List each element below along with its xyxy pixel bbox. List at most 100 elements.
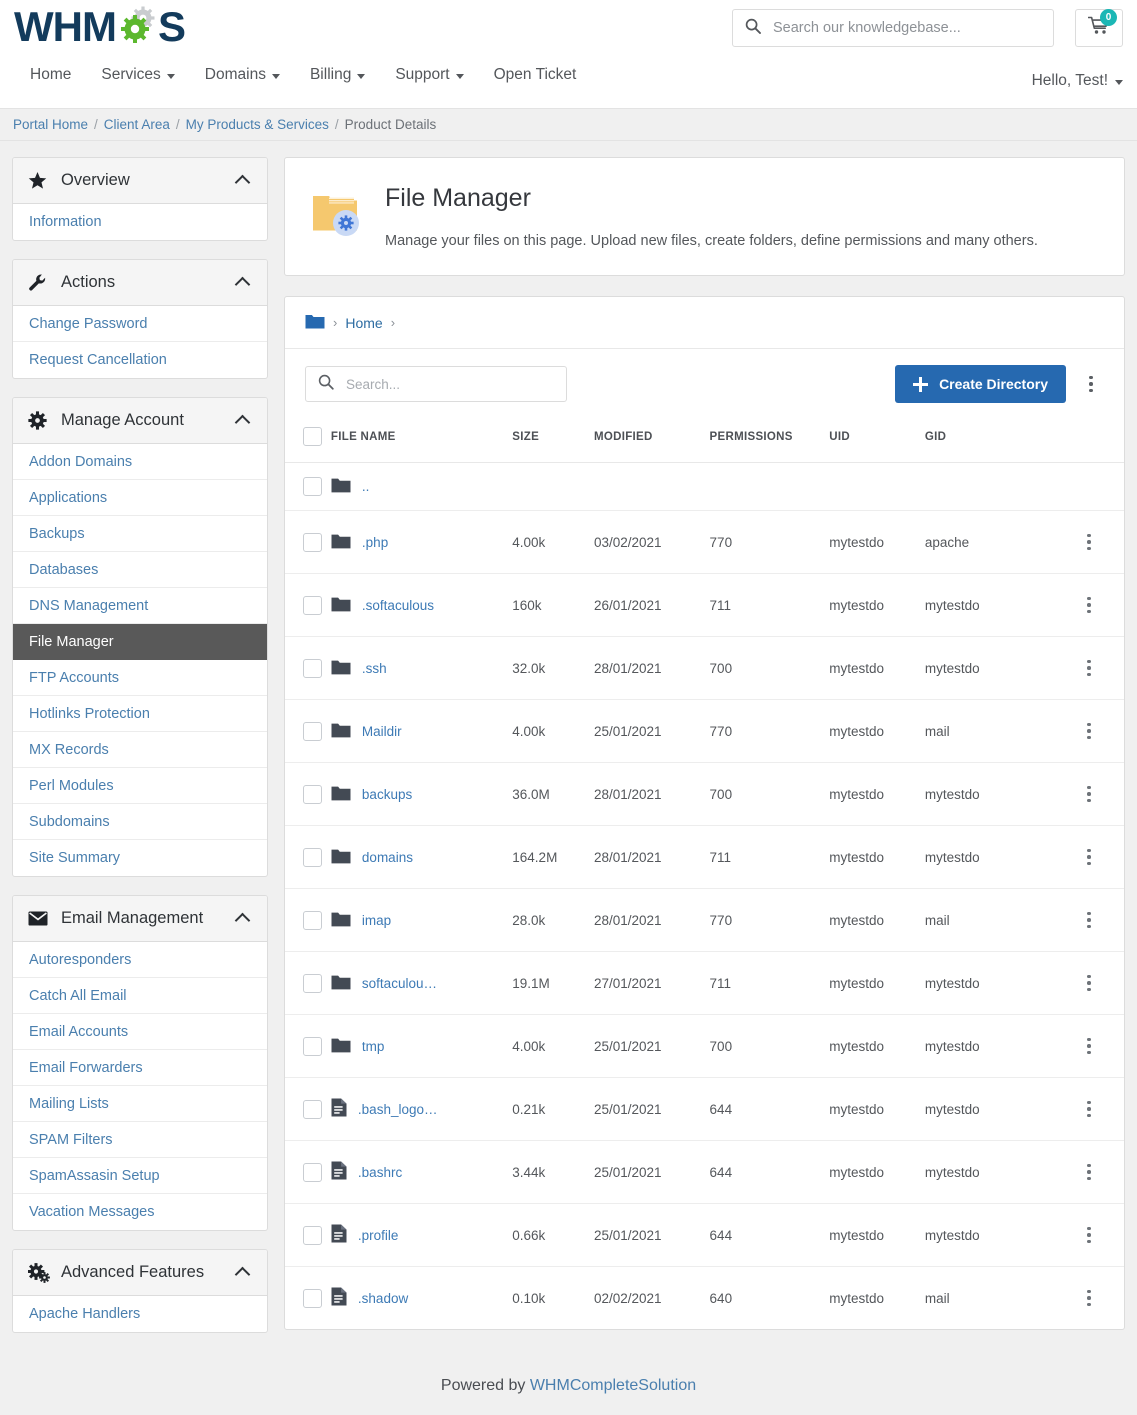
nav-item-services[interactable]: Services bbox=[86, 66, 189, 84]
knowledgebase-search-input[interactable] bbox=[771, 19, 1041, 37]
row-select-checkbox[interactable] bbox=[303, 533, 322, 552]
table-row[interactable]: imap28.0k28/01/2021770mytestdomail bbox=[285, 889, 1124, 952]
path-item-home[interactable]: Home bbox=[345, 315, 382, 331]
sidebar-item-autoresponders[interactable]: Autoresponders bbox=[13, 942, 267, 978]
sidebar-item-mx-records[interactable]: MX Records bbox=[13, 732, 267, 768]
row-more-menu-button[interactable] bbox=[1076, 903, 1102, 937]
row-select-checkbox[interactable] bbox=[303, 722, 322, 741]
table-row[interactable]: .php4.00k03/02/2021770mytestdoapache bbox=[285, 511, 1124, 574]
chevron-up-icon[interactable] bbox=[235, 277, 251, 293]
row-more-menu-button[interactable] bbox=[1076, 840, 1102, 874]
column-header-size[interactable]: SIZE bbox=[512, 421, 594, 463]
chevron-up-icon[interactable] bbox=[235, 175, 251, 191]
sidebar-item-mailing-lists[interactable]: Mailing Lists bbox=[13, 1086, 267, 1122]
sidebar-panel-manage-account-header[interactable]: Manage Account bbox=[13, 398, 267, 444]
column-header-gid[interactable]: GID bbox=[925, 421, 1064, 463]
file-search[interactable] bbox=[305, 366, 567, 402]
breadcrumb-item-client-area[interactable]: Client Area bbox=[104, 117, 170, 132]
whmcs-logo[interactable]: WHM bbox=[14, 6, 185, 48]
row-more-menu-button[interactable] bbox=[1076, 966, 1102, 1000]
row-select-checkbox[interactable] bbox=[303, 477, 322, 496]
sidebar-panel-advanced-features-header[interactable]: Advanced Features bbox=[13, 1250, 267, 1296]
sidebar-item-backups[interactable]: Backups bbox=[13, 516, 267, 552]
file-name-link[interactable]: .shadow bbox=[358, 1291, 408, 1306]
file-search-input[interactable] bbox=[344, 376, 544, 393]
row-select-checkbox[interactable] bbox=[303, 659, 322, 678]
knowledgebase-search[interactable] bbox=[732, 9, 1054, 47]
toolbar-more-menu-button[interactable] bbox=[1078, 367, 1104, 401]
chevron-up-icon[interactable] bbox=[235, 913, 251, 929]
row-select-checkbox[interactable] bbox=[303, 1163, 322, 1182]
row-select-checkbox[interactable] bbox=[303, 1289, 322, 1308]
cart-button[interactable]: 0 bbox=[1075, 9, 1123, 47]
table-row[interactable]: tmp4.00k25/01/2021700mytestdomytestdo bbox=[285, 1015, 1124, 1078]
breadcrumb-item-my-products-services[interactable]: My Products & Services bbox=[186, 117, 329, 132]
sidebar-panel-actions-header[interactable]: Actions bbox=[13, 260, 267, 306]
file-name-link[interactable]: .profile bbox=[358, 1228, 399, 1243]
sidebar-item-email-forwarders[interactable]: Email Forwarders bbox=[13, 1050, 267, 1086]
file-name-link[interactable]: tmp bbox=[362, 1039, 385, 1054]
select-all-checkbox[interactable] bbox=[303, 427, 322, 446]
column-header-permissions[interactable]: PERMISSIONS bbox=[710, 421, 830, 463]
sidebar-item-information[interactable]: Information bbox=[13, 204, 267, 240]
column-header-file-name[interactable]: FILE NAME bbox=[331, 421, 512, 463]
table-row[interactable]: .bash_logo…0.21k25/01/2021644mytestdomyt… bbox=[285, 1078, 1124, 1141]
column-header-uid[interactable]: UID bbox=[829, 421, 925, 463]
sidebar-item-databases[interactable]: Databases bbox=[13, 552, 267, 588]
nav-item-billing[interactable]: Billing bbox=[295, 66, 380, 84]
row-more-menu-button[interactable] bbox=[1076, 1092, 1102, 1126]
chevron-up-icon[interactable] bbox=[235, 1267, 251, 1283]
table-row[interactable]: backups36.0M28/01/2021700mytestdomytestd… bbox=[285, 763, 1124, 826]
chevron-up-icon[interactable] bbox=[235, 415, 251, 431]
row-select-checkbox[interactable] bbox=[303, 596, 322, 615]
column-header-modified[interactable]: MODIFIED bbox=[594, 421, 710, 463]
file-name-link[interactable]: .ssh bbox=[362, 661, 387, 676]
file-name-link[interactable]: .php bbox=[362, 535, 388, 550]
file-name-link[interactable]: Maildir bbox=[362, 724, 402, 739]
row-more-menu-button[interactable] bbox=[1076, 777, 1102, 811]
row-more-menu-button[interactable] bbox=[1076, 1155, 1102, 1189]
nav-item-support[interactable]: Support bbox=[380, 66, 478, 84]
row-select-checkbox[interactable] bbox=[303, 1100, 322, 1119]
row-more-menu-button[interactable] bbox=[1076, 1218, 1102, 1252]
table-row[interactable]: .bashrc3.44k25/01/2021644mytestdomytestd… bbox=[285, 1141, 1124, 1204]
row-select-checkbox[interactable] bbox=[303, 911, 322, 930]
row-select-checkbox[interactable] bbox=[303, 848, 322, 867]
table-row[interactable]: .ssh32.0k28/01/2021700mytestdomytestdo bbox=[285, 637, 1124, 700]
row-more-menu-button[interactable] bbox=[1076, 651, 1102, 685]
table-row[interactable]: .softaculous160k26/01/2021711mytestdomyt… bbox=[285, 574, 1124, 637]
footer-link-whmcs[interactable]: WHMCompleteSolution bbox=[530, 1377, 696, 1394]
sidebar-item-apache-handlers[interactable]: Apache Handlers bbox=[13, 1296, 267, 1332]
sidebar-item-applications[interactable]: Applications bbox=[13, 480, 267, 516]
sidebar-item-spamassasin-setup[interactable]: SpamAssasin Setup bbox=[13, 1158, 267, 1194]
sidebar-item-email-accounts[interactable]: Email Accounts bbox=[13, 1014, 267, 1050]
table-row[interactable]: Maildir4.00k25/01/2021770mytestdomail bbox=[285, 700, 1124, 763]
sidebar-item-change-password[interactable]: Change Password bbox=[13, 306, 267, 342]
table-row[interactable]: softaculou…19.1M27/01/2021711mytestdomyt… bbox=[285, 952, 1124, 1015]
nav-item-home[interactable]: Home bbox=[18, 66, 86, 84]
row-select-checkbox[interactable] bbox=[303, 785, 322, 804]
sidebar-item-file-manager[interactable]: File Manager bbox=[13, 624, 267, 660]
sidebar-item-ftp-accounts[interactable]: FTP Accounts bbox=[13, 660, 267, 696]
row-more-menu-button[interactable] bbox=[1076, 525, 1102, 559]
sidebar-item-catch-all-email[interactable]: Catch All Email bbox=[13, 978, 267, 1014]
sidebar-item-perl-modules[interactable]: Perl Modules bbox=[13, 768, 267, 804]
file-name-link[interactable]: .bash_logo… bbox=[358, 1102, 438, 1117]
row-more-menu-button[interactable] bbox=[1076, 588, 1102, 622]
file-name-link[interactable]: .. bbox=[362, 479, 370, 494]
row-more-menu-button[interactable] bbox=[1076, 1281, 1102, 1315]
file-name-link[interactable]: imap bbox=[362, 913, 391, 928]
row-select-checkbox[interactable] bbox=[303, 1037, 322, 1056]
sidebar-item-hotlinks-protection[interactable]: Hotlinks Protection bbox=[13, 696, 267, 732]
row-select-checkbox[interactable] bbox=[303, 974, 322, 993]
file-name-link[interactable]: .softaculous bbox=[362, 598, 434, 613]
row-more-menu-button[interactable] bbox=[1076, 714, 1102, 748]
row-more-menu-button[interactable] bbox=[1076, 1029, 1102, 1063]
sidebar-item-vacation-messages[interactable]: Vacation Messages bbox=[13, 1194, 267, 1230]
nav-item-domains[interactable]: Domains bbox=[190, 66, 295, 84]
sidebar-item-spam-filters[interactable]: SPAM Filters bbox=[13, 1122, 267, 1158]
sidebar-panel-email-management-header[interactable]: Email Management bbox=[13, 896, 267, 942]
file-name-link[interactable]: backups bbox=[362, 787, 412, 802]
create-directory-button[interactable]: Create Directory bbox=[895, 365, 1066, 403]
sidebar-item-subdomains[interactable]: Subdomains bbox=[13, 804, 267, 840]
